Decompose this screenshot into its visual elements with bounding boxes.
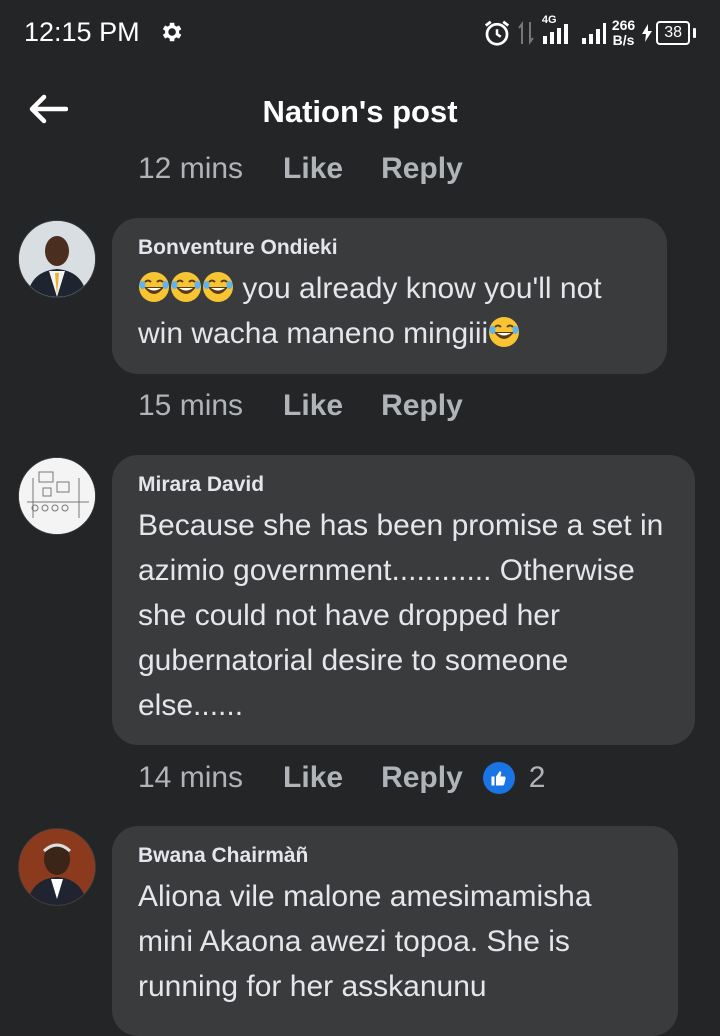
avatar[interactable] xyxy=(18,828,96,906)
comment-time: 15 mins xyxy=(138,389,244,422)
thumbs-up-icon xyxy=(482,762,515,794)
post-header: Nation's post xyxy=(0,78,720,144)
alarm-icon xyxy=(484,20,509,46)
data-arrows-icon xyxy=(518,21,534,45)
reply-button[interactable]: Reply xyxy=(381,152,463,186)
avatar[interactable] xyxy=(18,220,96,298)
comment-meta-row: 14 mins Like Reply 2 xyxy=(138,761,545,795)
reply-button[interactable]: Reply xyxy=(381,761,463,795)
charging-icon xyxy=(642,24,653,42)
page-title: Nation's post xyxy=(262,94,458,129)
laughing-emoji-icon xyxy=(138,271,170,303)
comment-bubble: Mirara David Because she has been promis… xyxy=(112,455,695,745)
avatar[interactable] xyxy=(18,457,96,535)
comment-meta-row: 15 mins Like Reply xyxy=(138,389,463,423)
like-button[interactable]: Like xyxy=(283,152,343,186)
like-button[interactable]: Like xyxy=(283,389,343,423)
comment-time: 14 mins xyxy=(138,761,244,794)
comment-author[interactable]: Mirara David xyxy=(138,473,669,497)
comment-time: 12 mins xyxy=(138,152,244,185)
comment-author[interactable]: Bonventure Ondieki xyxy=(138,236,641,260)
comment-text: you already know you'll not win wacha ma… xyxy=(138,266,641,356)
speed-unit: B/s xyxy=(612,32,635,48)
like-button[interactable]: Like xyxy=(283,761,343,795)
battery-level: 38 xyxy=(656,21,690,45)
battery-indicator: 38 xyxy=(641,21,696,45)
comment-text: Because she has been promise a set in az… xyxy=(138,509,672,722)
signal-icon-2 xyxy=(581,23,606,44)
comment-text: Aliona vile malone amesimamisha mini Aka… xyxy=(138,880,600,1003)
network-speed: 266 B/s xyxy=(612,18,635,48)
laughing-emoji-icon xyxy=(170,271,202,303)
battery-tip xyxy=(693,28,696,38)
reaction-count: 2 xyxy=(528,761,546,794)
status-bar: 12:15 PM 4G 266 B/s 38 xyxy=(0,0,720,66)
comment-bubble: Bwana Chairmàñ Aliona vile malone amesim… xyxy=(112,826,678,1036)
tears-of-joy-emoji-icon xyxy=(488,316,521,348)
speed-value: 266 xyxy=(611,17,636,33)
signal-icon: 4G xyxy=(540,14,574,48)
reply-button[interactable]: Reply xyxy=(381,389,463,423)
gear-icon xyxy=(162,22,182,42)
comment-bubble: Bonventure Ondieki you already know you'… xyxy=(112,218,667,374)
comment-meta-row: 12 mins Like Reply xyxy=(138,152,463,186)
comment-author[interactable]: Bwana Chairmàñ xyxy=(138,844,652,868)
laughing-emoji-icon xyxy=(202,271,234,303)
status-time: 12:15 PM xyxy=(24,17,140,47)
status-right-cluster: 4G 266 B/s 38 xyxy=(482,14,696,52)
reaction-summary[interactable]: 2 xyxy=(482,761,546,795)
